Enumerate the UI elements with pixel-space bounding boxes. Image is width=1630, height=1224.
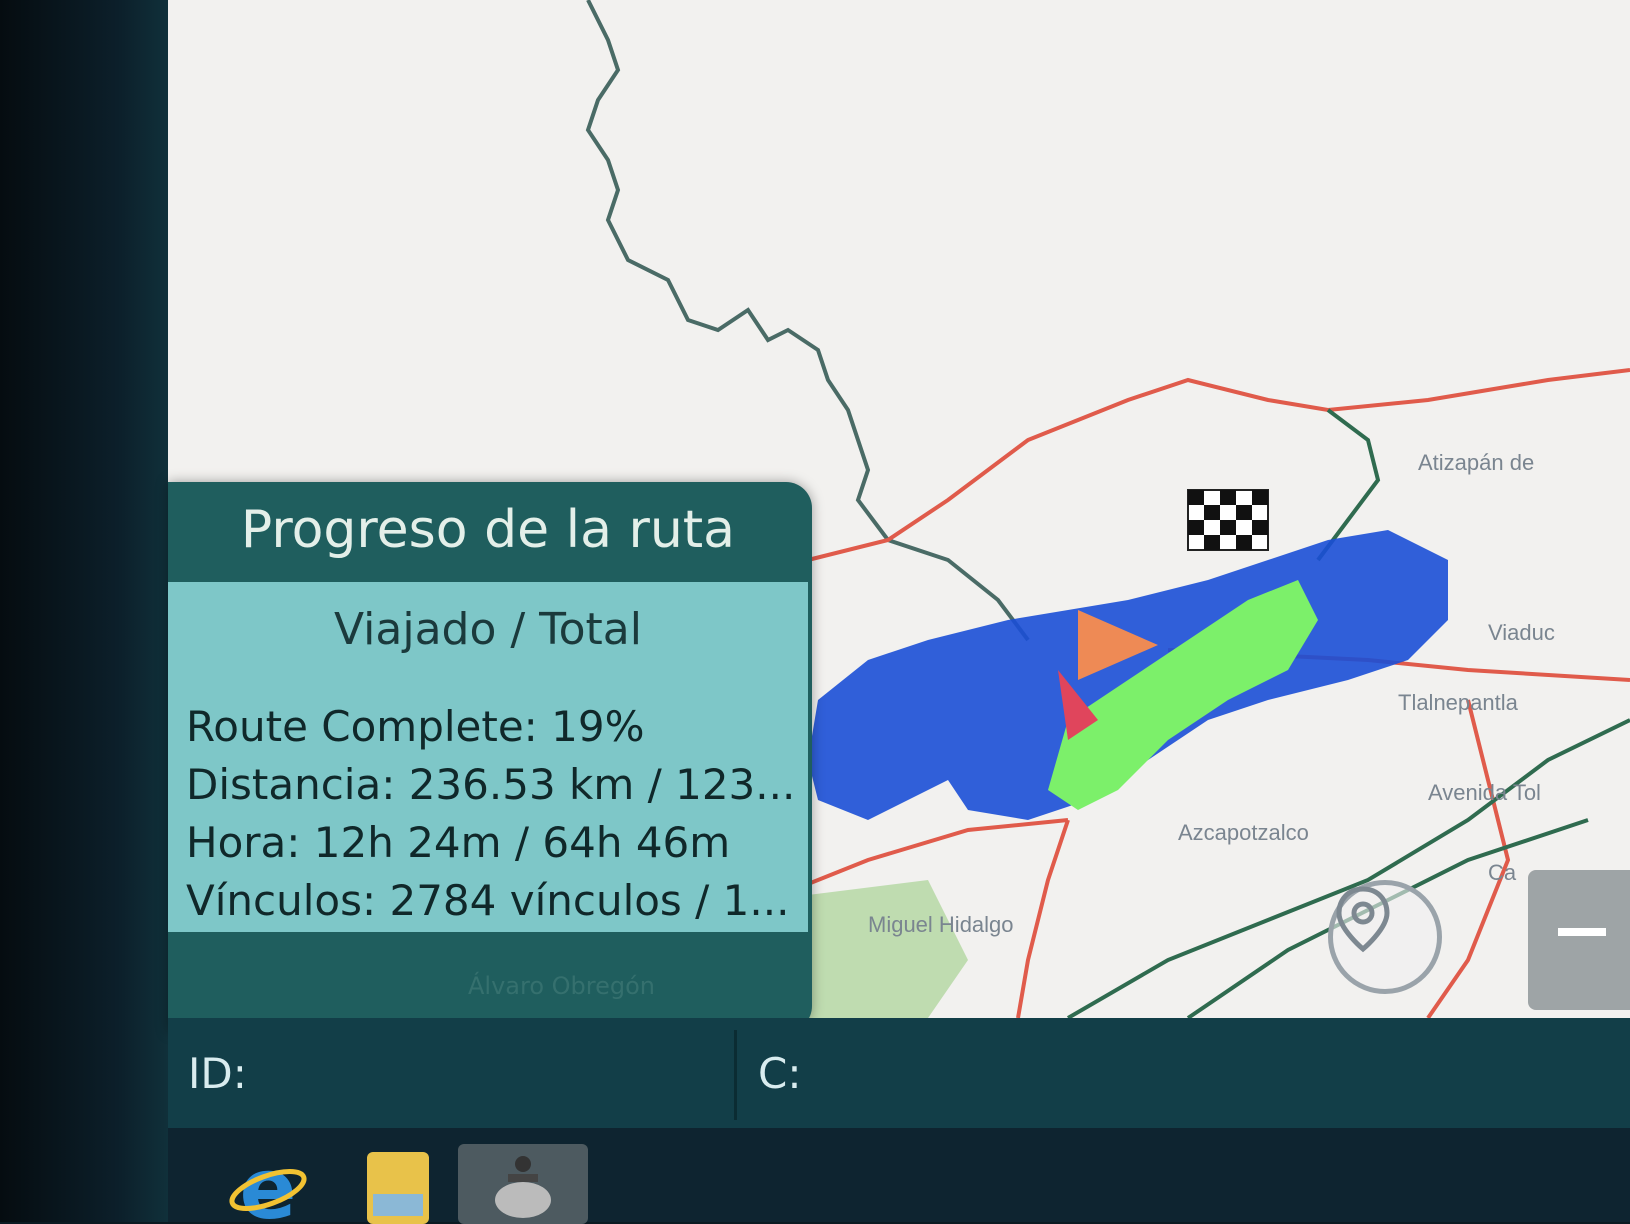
highway-line: [1016, 819, 1070, 1018]
locate-pin-icon: [1336, 886, 1390, 953]
status-bar: ID: C:: [168, 1018, 1630, 1128]
locate-button[interactable]: [1328, 880, 1442, 994]
app-icon: [495, 1156, 551, 1218]
panel-subtitle: Viajado / Total: [334, 604, 642, 655]
links-text: Vínculos: 2784 vínculos / 1...: [186, 876, 790, 925]
c-label: C:: [758, 1048, 802, 1098]
map-label-viaduct: Viaduc: [1488, 620, 1555, 645]
distance-text: Distancia: 236.53 km / 123...: [186, 760, 796, 809]
panel-footer: Álvaro Obregón: [168, 932, 808, 1032]
folder-button[interactable]: [348, 1144, 448, 1224]
c-field[interactable]: C:: [758, 1018, 801, 1128]
panel-title: Progreso de la ruta: [240, 500, 736, 560]
checkered-flag-icon: [1187, 489, 1269, 551]
id-field[interactable]: ID:: [188, 1018, 247, 1128]
map-label-azcapotzalco: Azcapotzalco: [1178, 820, 1309, 845]
panel-body: Viajado / Total Route Complete: 19% Dist…: [168, 582, 808, 932]
app-button[interactable]: [458, 1144, 588, 1224]
map-label-avenida: Avenida Tol: [1428, 780, 1541, 805]
map-label-miguel-hidalgo: Miguel Hidalgo: [868, 912, 1014, 937]
map-label-alvaro-obregon: Álvaro Obregón: [468, 972, 656, 1000]
route-progress-panel: Progreso de la ruta Viajado / Total Rout…: [168, 482, 812, 1032]
internet-explorer-button[interactable]: e: [218, 1144, 318, 1224]
screen-bezel: [0, 0, 168, 1222]
map-label-tlalnepantla: Tlalnepantla: [1398, 690, 1518, 715]
internet-explorer-icon: e: [229, 1144, 307, 1224]
time-text: Hora: 12h 24m / 64h 46m: [186, 818, 731, 867]
id-label: ID:: [188, 1048, 247, 1098]
route-complete-text: Route Complete: 19%: [186, 702, 645, 751]
map-label-atizapan: Atizapán de: [1418, 450, 1535, 475]
status-divider: [734, 1030, 737, 1120]
folder-icon: [367, 1152, 429, 1224]
zoom-out-button[interactable]: [1528, 870, 1630, 1010]
map-label-ca: Ca: [1488, 860, 1517, 885]
taskbar: e: [168, 1128, 1630, 1224]
